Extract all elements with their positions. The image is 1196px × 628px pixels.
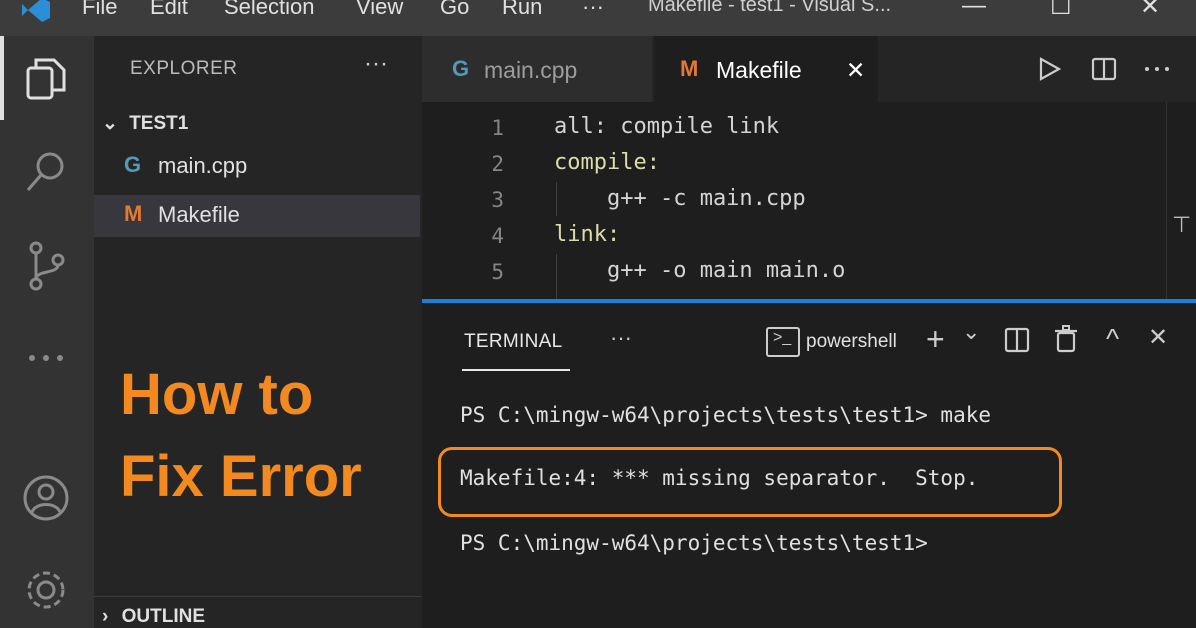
account-icon[interactable]: [20, 472, 72, 524]
activity-bar: [0, 36, 94, 628]
menu-view[interactable]: View: [356, 0, 403, 20]
menu-more[interactable]: ···: [582, 0, 604, 20]
folder-label: TEST1: [129, 113, 189, 134]
line-number: 1: [491, 116, 504, 140]
promo-heading: How to Fix Error: [120, 354, 362, 518]
divider: [94, 596, 422, 597]
run-icon[interactable]: [1036, 56, 1062, 82]
chevron-right-icon: ›: [102, 606, 109, 627]
trash-icon[interactable]: [1054, 325, 1078, 353]
line-number: 4: [491, 224, 504, 248]
more-views-icon[interactable]: [20, 332, 72, 384]
line-number: 2: [491, 152, 504, 176]
search-icon[interactable]: [20, 146, 72, 198]
editor-actions: [1036, 52, 1172, 83]
terminal-shell-icon: >_: [766, 327, 800, 357]
line-number: 3: [491, 188, 504, 212]
line-number: 5: [491, 260, 504, 284]
window-title: Makefile - test1 - Visual S...: [648, 0, 892, 16]
close-window-button[interactable]: ✕: [1140, 0, 1160, 21]
explorer-more-button[interactable]: ···: [364, 50, 388, 78]
file-name: main.cpp: [158, 153, 248, 178]
outline-section[interactable]: › OUTLINE: [102, 606, 205, 628]
terminal-panel: TERMINAL ··· >_ powershell + ⌄ ^ ✕ PS C:…: [422, 303, 1196, 628]
menu-go[interactable]: Go: [440, 0, 469, 20]
terminal-line: PS C:\mingw-w64\projects\tests\test1> ma…: [460, 403, 992, 427]
folder-test1[interactable]: ⌄ TEST1: [102, 112, 188, 135]
settings-gear-icon[interactable]: [20, 564, 72, 616]
explorer-icon[interactable]: [20, 54, 72, 106]
split-terminal-icon[interactable]: [1004, 327, 1030, 353]
panel-more-button[interactable]: ···: [610, 325, 632, 351]
terminal-prompt[interactable]: PS C:\mingw-w64\projects\tests\test1>: [460, 531, 928, 555]
active-tab-underline: [462, 369, 570, 371]
more-actions-icon[interactable]: [1142, 56, 1172, 82]
cpp-file-icon: G: [124, 152, 142, 177]
makefile-icon: M: [124, 201, 143, 226]
code-line[interactable]: all: compile link: [554, 114, 779, 139]
terminal-error-line: Makefile:4: *** missing separator. Stop.: [460, 466, 979, 490]
tab-label: Makefile: [716, 57, 802, 83]
promo-line-2: Fix Error: [120, 444, 362, 509]
code-line[interactable]: link:: [554, 222, 620, 247]
file-makefile[interactable]: M Makefile: [94, 195, 420, 237]
maximize-button[interactable]: ☐: [1050, 0, 1072, 21]
tab-label: main.cpp: [484, 57, 578, 83]
explorer-title: EXPLORER: [130, 58, 238, 79]
close-panel-icon[interactable]: ✕: [1148, 323, 1168, 352]
shell-selector[interactable]: powershell: [806, 331, 897, 353]
file-main-cpp[interactable]: G main.cpp: [94, 146, 420, 188]
maximize-panel-icon[interactable]: ^: [1106, 323, 1119, 355]
editor-tab-bar: G main.cpp M Makefile ✕: [422, 36, 1196, 102]
file-name: Makefile: [158, 202, 240, 227]
menu-selection[interactable]: Selection: [224, 0, 315, 20]
tab-main-cpp[interactable]: G main.cpp: [422, 36, 652, 102]
vscode-logo-icon: [22, 0, 50, 22]
chevron-down-icon[interactable]: ⌄: [962, 319, 980, 345]
close-tab-icon[interactable]: ✕: [846, 57, 865, 84]
minimize-button[interactable]: —: [962, 0, 986, 20]
tab-terminal[interactable]: TERMINAL: [464, 331, 562, 353]
source-control-icon[interactable]: [20, 240, 72, 292]
code-line[interactable]: g++ -c main.cpp: [554, 186, 806, 211]
menu-edit[interactable]: Edit: [150, 0, 188, 20]
title-bar: File Edit Selection View Go Run ··· Make…: [0, 0, 1196, 36]
minimap-divider: [1166, 102, 1167, 300]
explorer-sidebar: EXPLORER ··· ⌄ TEST1 G main.cpp M Makefi…: [94, 36, 422, 628]
active-indicator: [0, 36, 4, 120]
tab-makefile[interactable]: M Makefile ✕: [654, 36, 878, 102]
menu-run[interactable]: Run: [502, 0, 542, 20]
split-editor-icon[interactable]: [1091, 56, 1117, 82]
new-terminal-button[interactable]: +: [926, 321, 945, 358]
text-cursor-icon: ⊤: [1172, 212, 1192, 237]
code-line[interactable]: g++ -o main main.o: [554, 258, 845, 283]
makefile-icon: M: [680, 56, 699, 81]
cpp-file-icon: G: [452, 56, 470, 81]
promo-line-1: How to: [120, 362, 314, 427]
menu-file[interactable]: File: [82, 0, 117, 20]
chevron-down-icon: ⌄: [102, 113, 118, 134]
outline-label: OUTLINE: [121, 606, 205, 627]
code-line[interactable]: compile:: [554, 150, 660, 175]
code-editor[interactable]: 1 all: compile link 2 compile: 3 g++ -c …: [422, 102, 1196, 300]
